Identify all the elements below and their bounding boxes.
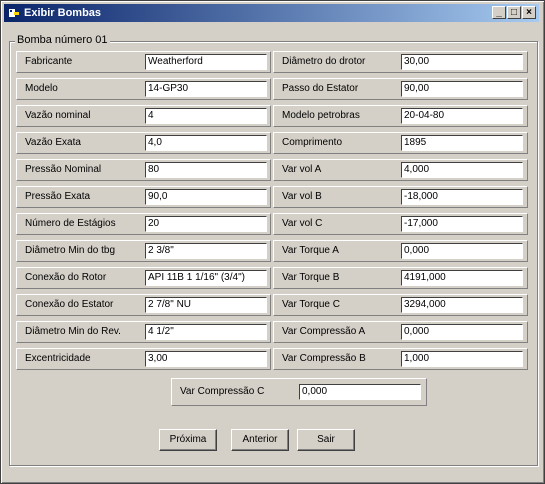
field-value-input[interactable]: 4 1/2" — [145, 324, 267, 340]
close-button[interactable]: × — [522, 6, 536, 19]
field-row: Pressão Nominal 80 — [16, 159, 271, 181]
field-value-input[interactable]: 4191,000 — [401, 270, 523, 286]
field-row: Número de Estágios 20 — [16, 213, 271, 235]
minimize-button[interactable]: _ — [492, 6, 506, 19]
field-value-input[interactable]: -18,000 — [401, 189, 523, 205]
field-label: Var Compressão A — [282, 326, 366, 337]
field-row: Modelo 14-GP30 — [16, 78, 271, 100]
field-label: Conexão do Rotor — [25, 272, 107, 283]
field-row: Diâmetro Min do tbg 2 3/8" — [16, 240, 271, 262]
field-row: Comprimento 1895 — [273, 132, 528, 154]
field-row: Diâmetro Min do Rev. 4 1/2" — [16, 321, 271, 343]
field-value-input[interactable]: 30,00 — [401, 54, 523, 70]
next-button[interactable]: Próxima — [159, 429, 217, 451]
group-title: Bomba número 01 — [15, 34, 110, 46]
field-label: Var Torque C — [282, 299, 340, 310]
field-row: Var Torque B 4191,000 — [273, 267, 528, 289]
field-label: Var vol B — [282, 191, 322, 202]
field-row: Var vol A 4,000 — [273, 159, 528, 181]
field-value-input[interactable]: 90,00 — [401, 81, 523, 97]
field-row: Pressão Exata 90,0 — [16, 186, 271, 208]
field-label: Fabricante — [25, 56, 73, 67]
field-value-input[interactable]: 3,00 — [145, 351, 267, 367]
field-label: Número de Estágios — [25, 218, 116, 229]
field-row: Var Torque A 0,000 — [273, 240, 528, 262]
maximize-button[interactable]: □ — [507, 6, 521, 19]
exit-button[interactable]: Sair — [297, 429, 355, 451]
field-var-compressao-c: Var Compressão C 0,000 — [171, 378, 427, 406]
field-label: Conexão do Estator — [25, 299, 114, 310]
field-row: Var Compressão A 0,000 — [273, 321, 528, 343]
field-value-input[interactable]: 1895 — [401, 135, 523, 151]
field-value-input[interactable]: API 11B 1 1/16" (3/4") — [145, 270, 267, 286]
field-value-input[interactable]: Weatherford — [145, 54, 267, 70]
field-label: Diâmetro do drotor — [282, 56, 366, 67]
field-value-input[interactable]: 2 7/8" NU — [145, 297, 267, 313]
field-label: Vazão nominal — [25, 110, 91, 121]
field-label: Pressão Nominal — [25, 164, 102, 175]
field-row: Conexão do Estator 2 7/8" NU — [16, 294, 271, 316]
field-row: Conexão do Rotor API 11B 1 1/16" (3/4") — [16, 267, 271, 289]
field-label: Excentricidade — [25, 353, 91, 364]
field-value-input[interactable]: 0,000 — [401, 243, 523, 259]
field-label: Modelo petrobras — [282, 110, 360, 121]
field-value-input[interactable]: 80 — [145, 162, 267, 178]
field-label: Var Compressão C — [180, 386, 265, 397]
field-row: Vazão nominal 4 — [16, 105, 271, 127]
field-value-input[interactable]: 2 3/8" — [145, 243, 267, 259]
field-label: Var Compressão B — [282, 353, 366, 364]
title-bar[interactable]: Exibir Bombas _ □ × — [4, 4, 539, 22]
field-value-input[interactable]: 14-GP30 — [145, 81, 267, 97]
field-label: Diâmetro Min do tbg — [25, 245, 116, 256]
field-value-input[interactable]: 0,000 — [299, 384, 421, 400]
field-label: Var vol A — [282, 164, 322, 175]
field-label: Var Torque B — [282, 272, 340, 283]
app-icon — [9, 9, 19, 17]
app-window: Exibir Bombas _ □ × Bomba número 01 Fabr… — [0, 0, 545, 484]
field-row: Vazão Exata 4,0 — [16, 132, 271, 154]
field-value-input[interactable]: 1,000 — [401, 351, 523, 367]
field-label: Vazão Exata — [25, 137, 81, 148]
field-value-input[interactable]: 4,000 — [401, 162, 523, 178]
field-value-input[interactable]: 4,0 — [145, 135, 267, 151]
field-label: Var vol C — [282, 218, 323, 229]
field-label: Modelo — [25, 83, 58, 94]
field-row: Var Torque C 3294,000 — [273, 294, 528, 316]
field-row: Fabricante Weatherford — [16, 51, 271, 73]
field-label: Var Torque A — [282, 245, 339, 256]
field-row: Diâmetro do drotor 30,00 — [273, 51, 528, 73]
field-row: Var vol C -17,000 — [273, 213, 528, 235]
field-label: Comprimento — [282, 137, 343, 148]
previous-button[interactable]: Anterior — [231, 429, 289, 451]
field-value-input[interactable]: 90,0 — [145, 189, 267, 205]
field-label: Passo do Estator — [282, 83, 359, 94]
field-value-input[interactable]: -17,000 — [401, 216, 523, 232]
field-value-input[interactable]: 3294,000 — [401, 297, 523, 313]
field-row: Passo do Estator 90,00 — [273, 78, 528, 100]
field-row: Excentricidade 3,00 — [16, 348, 271, 370]
field-value-input[interactable]: 20 — [145, 216, 267, 232]
field-value-input[interactable]: 20-04-80 — [401, 108, 523, 124]
field-value-input[interactable]: 4 — [145, 108, 267, 124]
field-label: Pressão Exata — [25, 191, 91, 202]
field-row: Var vol B -18,000 — [273, 186, 528, 208]
field-label: Diâmetro Min do Rev. — [25, 326, 121, 337]
field-row: Modelo petrobras 20-04-80 — [273, 105, 528, 127]
field-row: Var Compressão B 1,000 — [273, 348, 528, 370]
field-value-input[interactable]: 0,000 — [401, 324, 523, 340]
window-title: Exibir Bombas — [24, 7, 102, 19]
